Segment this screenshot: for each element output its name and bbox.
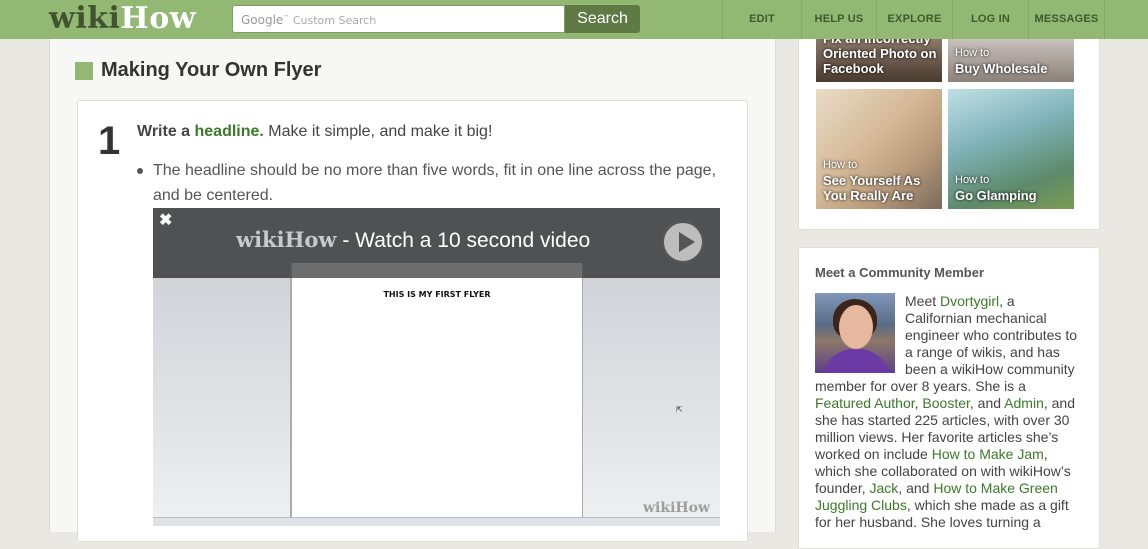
nav-explore[interactable]: EXPLORE — [876, 0, 952, 39]
top-bar: wikiHow Google™ Custom Search Search EDI… — [0, 0, 1148, 39]
mouse-cursor-icon: ⇱ — [676, 405, 683, 414]
related-article-4-caption: How to Go Glamping — [955, 173, 1037, 203]
community-heading: Meet a Community Member — [815, 265, 985, 280]
document-page: THIS IS MY FIRST FLYER — [292, 263, 582, 520]
search-input[interactable]: Google™ Custom Search — [232, 5, 565, 33]
video-overlay-bar: ✖ wikiHow - Watch a 10 second video — [153, 208, 720, 278]
search-placeholder: Custom Search — [292, 14, 377, 27]
google-custom-search-placeholder: Google™ Custom Search — [241, 13, 376, 27]
related-article-3-howto: How to — [823, 159, 858, 171]
how-to-make-jam-link[interactable]: How to Make Jam — [932, 446, 1044, 462]
member-name-link[interactable]: Dvortygirl — [940, 293, 999, 309]
search-button[interactable]: Search — [565, 5, 640, 33]
nav-messages[interactable]: MESSAGES — [1028, 0, 1105, 39]
related-article-4-title: Go Glamping — [955, 188, 1037, 203]
wikihow-logo[interactable]: wikiHow — [49, 2, 196, 36]
community-bio: Meet Dvortygirl, a Californian mechanica… — [815, 293, 1085, 531]
video-title-text: - Watch a 10 second video — [336, 229, 591, 252]
community-member-panel: Meet a Community Member Meet Dvortygirl,… — [798, 247, 1100, 549]
top-nav: EDIT HELP US EXPLORE LOG IN MESSAGES — [722, 0, 1105, 39]
step-lead-start: Write a — [137, 123, 195, 140]
step-lead: Write a headline. Make it simple, and ma… — [137, 123, 492, 141]
step-lead-rest: Make it simple, and make it big! — [263, 123, 493, 140]
step-number: 1 — [98, 119, 121, 163]
related-article-2[interactable]: How to Buy Wholesale — [948, 39, 1074, 82]
related-article-4-howto: How to — [955, 174, 990, 186]
video-title-logo: wikiHow — [236, 227, 337, 252]
featured-author-link[interactable]: Featured Author — [815, 395, 915, 411]
bio-text: Meet — [905, 293, 941, 309]
close-icon[interactable]: ✖ — [159, 210, 172, 230]
section-title: Making Your Own Flyer — [101, 59, 322, 81]
related-article-1-caption: Fix an Incorrectly Oriented Photo on Fac… — [823, 39, 942, 76]
related-article-2-caption: How to Buy Wholesale — [955, 46, 1047, 76]
related-article-4[interactable]: How to Go Glamping — [948, 89, 1074, 209]
step-bullet: The headline should be no more than five… — [137, 158, 733, 208]
bio-text: , and — [969, 395, 1005, 411]
avatar-spacer — [815, 293, 895, 373]
video-status-bar — [153, 517, 720, 526]
related-article-2-howto: How to — [955, 47, 990, 59]
logo-how: How — [120, 1, 197, 36]
bullet-dot — [137, 168, 143, 174]
booster-link[interactable]: Booster — [922, 395, 969, 411]
google-brand: Google — [241, 13, 284, 27]
document-page-text: THIS IS MY FIRST FLYER — [383, 290, 491, 299]
related-article-3-caption: How to See Yourself As You Really Are — [823, 158, 942, 203]
related-article-2-title: Buy Wholesale — [955, 61, 1048, 76]
related-article-3-title: See Yourself As You Really Are — [823, 173, 921, 203]
related-article-3[interactable]: How to See Yourself As You Really Are — [816, 89, 942, 209]
nav-edit[interactable]: EDIT — [722, 0, 801, 39]
related-articles-panel: Fix an Incorrectly Oriented Photo on Fac… — [798, 39, 1100, 230]
section-header: Making Your Own Flyer — [75, 59, 321, 82]
google-tm: ™ — [283, 14, 290, 22]
nav-help-us[interactable]: HELP US — [801, 0, 876, 39]
video-watermark: wikiHow — [643, 500, 711, 516]
related-article-1[interactable]: Fix an Incorrectly Oriented Photo on Fac… — [816, 39, 942, 82]
step-card: 1 Write a headline. Make it simple, and … — [77, 100, 748, 542]
video-title: wikiHow - Watch a 10 second video — [236, 227, 590, 253]
play-icon[interactable] — [661, 220, 705, 264]
logo-wiki: wiki — [49, 1, 121, 36]
bio-text: , and — [898, 480, 934, 496]
admin-link[interactable]: Admin — [1004, 395, 1044, 411]
headline-link[interactable]: headline. — [195, 123, 264, 140]
article-column: Making Your Own Flyer 1 Write a headline… — [49, 39, 776, 542]
related-article-1-title: Fix an Incorrectly Oriented Photo on Fac… — [823, 39, 937, 76]
nav-log-in[interactable]: LOG IN — [952, 0, 1028, 39]
section-marker-square — [75, 61, 93, 80]
bullet-text: The headline should be no more than five… — [153, 162, 717, 204]
step-video[interactable]: THIS IS MY FIRST FLYER ⇱ wikiHow ✖ wikiH… — [153, 208, 720, 526]
jack-link[interactable]: Jack — [870, 480, 899, 496]
